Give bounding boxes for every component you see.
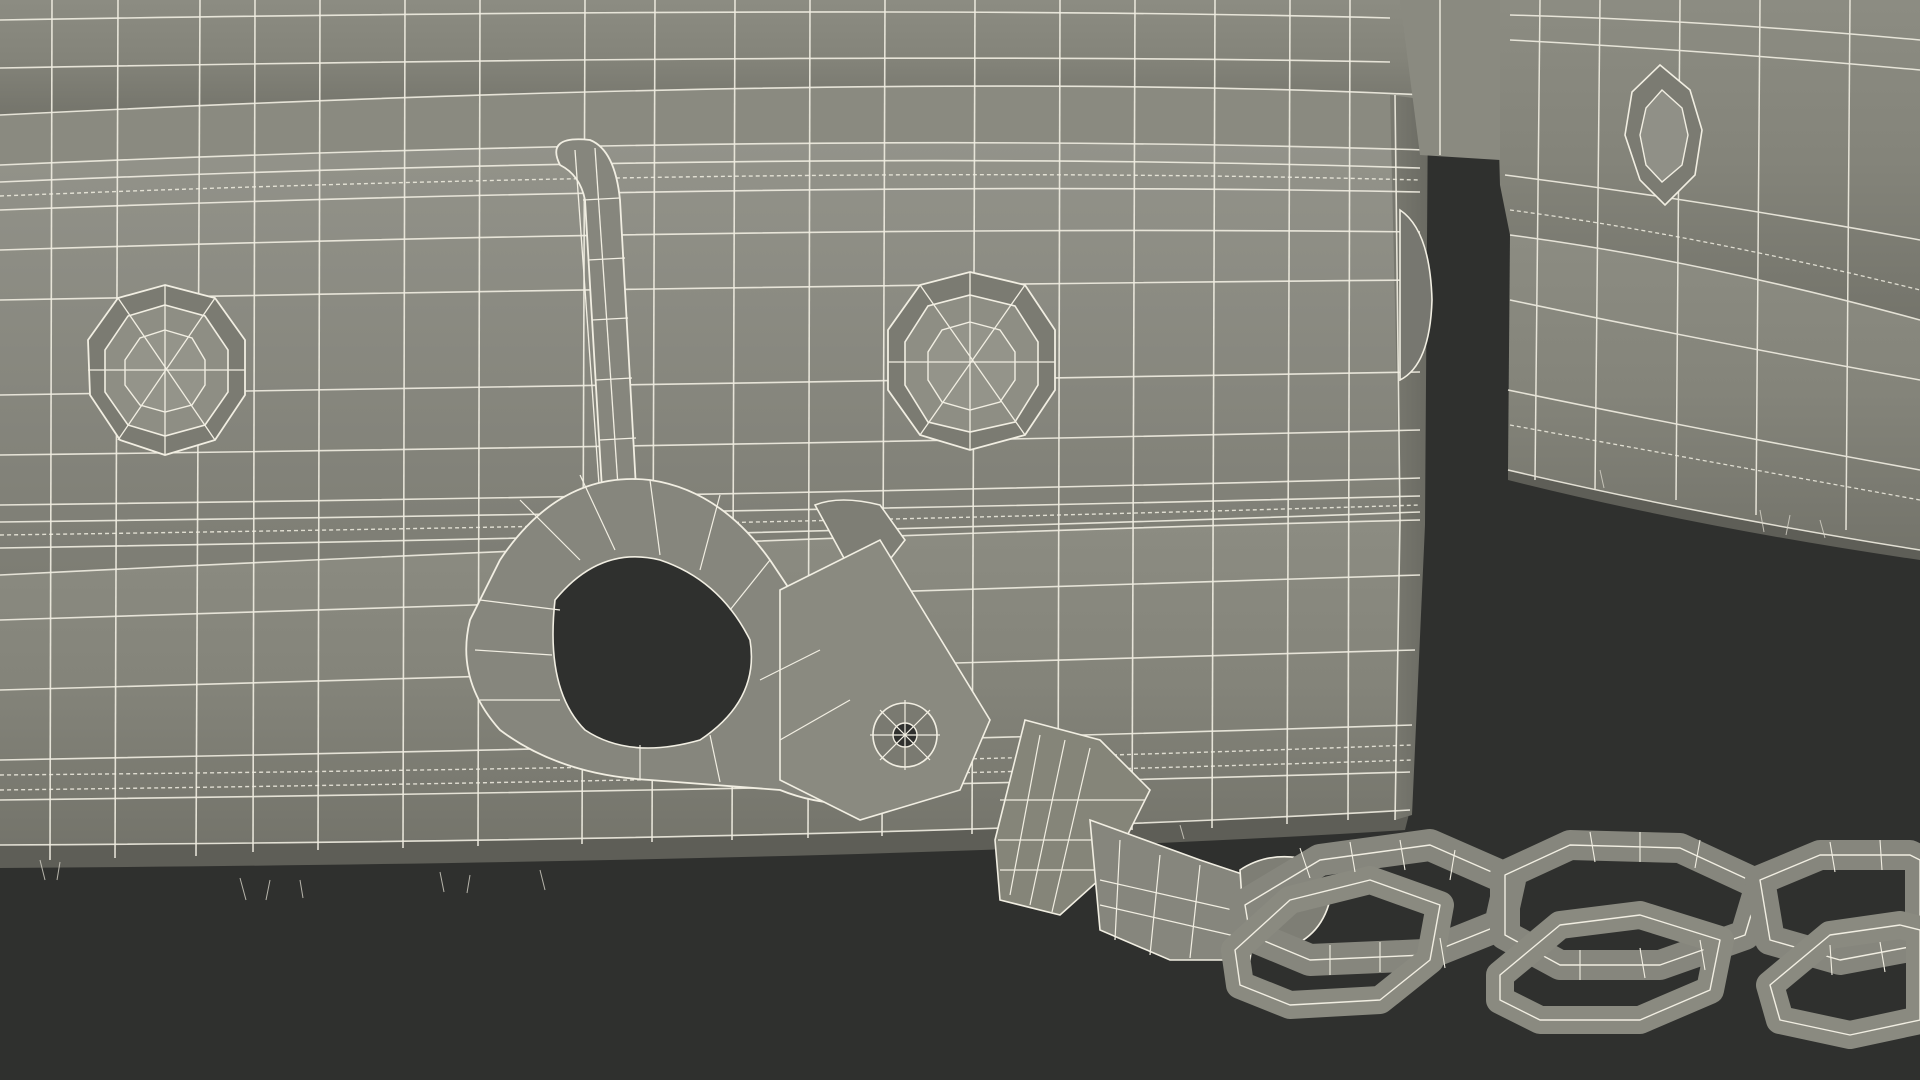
rivet-center (887, 271, 1056, 451)
wireframe-render-scene (0, 0, 1920, 1080)
